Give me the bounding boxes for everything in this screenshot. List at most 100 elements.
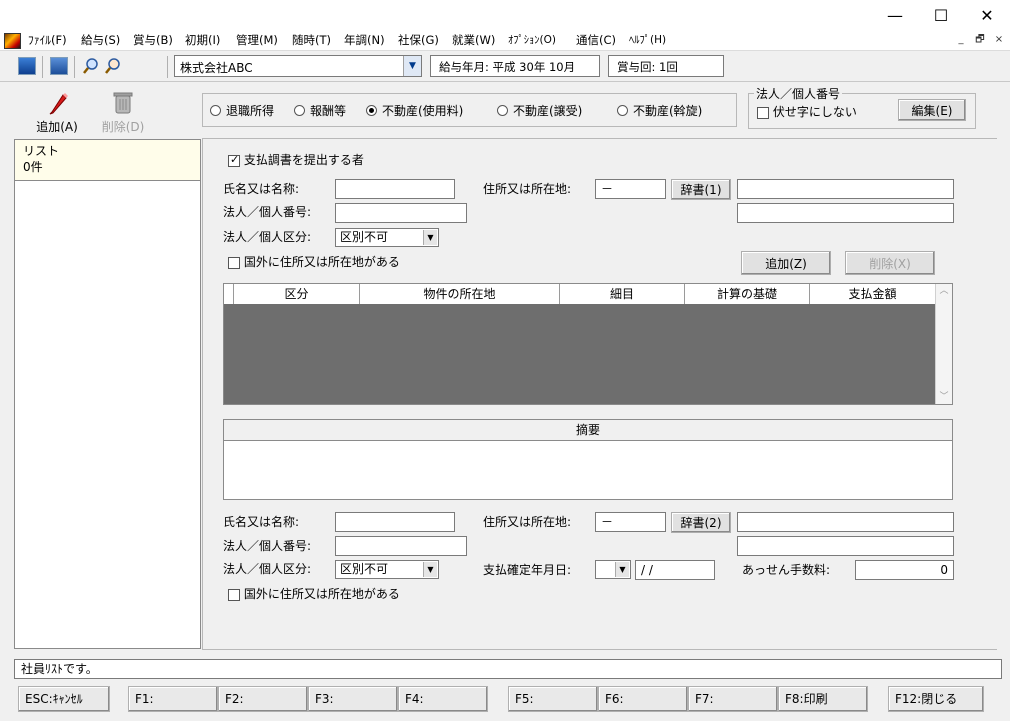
company-select[interactable]: 株式会社ABC [174, 55, 422, 77]
paydate-label: 支払確定年月日: [483, 563, 572, 577]
menu-help[interactable]: ﾍﾙﾌﾟ(H) [629, 32, 666, 49]
menu-options[interactable]: ｵﾌﾟｼｮﾝ(O) [508, 32, 556, 49]
grid-col-amount[interactable]: 支払金額 [810, 284, 935, 304]
grid-scrollbar[interactable]: ︿ ﹀ [935, 284, 952, 404]
chevron-down-icon: ▼ [615, 562, 629, 577]
mdi-minimize-icon[interactable]: _ [954, 33, 968, 47]
menu-initial[interactable]: 初期(I) [185, 32, 220, 49]
kubun-select-2[interactable]: 区別不可 ▼ [335, 560, 439, 579]
zoom-out-icon[interactable] [104, 57, 122, 75]
corp-number-input[interactable] [335, 203, 467, 223]
abroad-checkbox[interactable]: 国外に住所又は所在地がある [228, 253, 400, 270]
delete-row-button[interactable]: 削除(X) [845, 251, 935, 275]
minimize-icon[interactable]: — [872, 0, 918, 30]
scroll-down-icon[interactable]: ﹀ [936, 390, 952, 404]
grid-col-kubun[interactable]: 区分 [234, 284, 360, 304]
radio-dot [366, 105, 377, 116]
menu-manage[interactable]: 管理(M) [236, 32, 278, 49]
picture-icon[interactable] [50, 57, 68, 75]
radio-real-estate-rent[interactable]: 不動産(使用料) [366, 102, 463, 119]
grid-col-location[interactable]: 物件の所在地 [360, 284, 560, 304]
f1-button[interactable]: F1: [128, 686, 218, 712]
menu-year-end[interactable]: 年調(N) [344, 32, 385, 49]
f4-button[interactable]: F4: [398, 686, 488, 712]
radio-fee[interactable]: 報酬等 [294, 102, 346, 119]
checkbox-box [228, 588, 240, 601]
f2-button[interactable]: F2: [218, 686, 308, 712]
f6-button[interactable]: F6: [598, 686, 688, 712]
menu-social-insurance[interactable]: 社保(G) [398, 32, 439, 49]
chevron-down-icon[interactable]: ▼ [403, 56, 421, 76]
mdi-restore-icon[interactable]: 🗗 [973, 33, 987, 47]
radio-dot [294, 105, 305, 116]
zoom-in-icon[interactable] [82, 57, 100, 75]
status-bar: 社員ﾘｽﾄです。 [14, 659, 1002, 679]
menu-salary[interactable]: 給与(S) [81, 32, 120, 49]
maximize-icon[interactable]: ☐ [918, 0, 964, 30]
bonus-count-display: 賞与回: 1回 [608, 55, 724, 77]
kubun-label-2: 法人／個人区分: [223, 562, 312, 576]
f8-print-button[interactable]: F8:印刷 [778, 686, 868, 712]
employee-list[interactable] [14, 139, 201, 649]
app-icon[interactable] [4, 33, 21, 49]
address-input-2[interactable] [737, 203, 954, 223]
radio-real-estate-brokerage[interactable]: 不動産(斡旋) [617, 102, 702, 119]
checkbox-box [228, 153, 240, 167]
name-input-2[interactable] [335, 512, 455, 532]
fee-input[interactable]: 0 [855, 560, 954, 580]
trash-icon[interactable] [112, 90, 134, 116]
paydate-input[interactable]: / / [635, 560, 715, 580]
grid-row-selector-header [224, 284, 234, 304]
add-button[interactable]: 追加(A) [32, 118, 82, 135]
esc-cancel-button[interactable]: ESC:ｷｬﾝｾﾙ [18, 686, 110, 712]
mdi-close-icon[interactable]: × [992, 33, 1006, 47]
postal-code-input-2[interactable]: － [595, 512, 666, 532]
checkbox-label: 国外に住所又は所在地がある [243, 255, 400, 269]
edit-button[interactable]: 編集(E) [898, 99, 966, 121]
address-label-2: 住所又は所在地: [483, 515, 572, 529]
name-input[interactable] [335, 179, 455, 199]
checkbox-label: 伏せ字にしない [772, 105, 857, 119]
list-count: 0件 [23, 160, 43, 174]
menu-bonus[interactable]: 賞与(B) [133, 32, 173, 49]
f7-button[interactable]: F7: [688, 686, 778, 712]
title-bar [0, 0, 1010, 30]
kubun-select[interactable]: 区別不可 ▼ [335, 228, 439, 247]
radio-dot [210, 105, 221, 116]
menu-attendance[interactable]: 就業(W) [452, 32, 495, 49]
abroad-checkbox-2[interactable]: 国外に住所又は所在地がある [228, 585, 400, 602]
address-input-1[interactable] [737, 179, 954, 199]
postal-code-input[interactable]: － [595, 179, 666, 199]
radio-retirement[interactable]: 退職所得 [210, 102, 274, 119]
pay-month-display: 給与年月: 平成 30年 10月 [430, 55, 600, 77]
f5-button[interactable]: F5: [508, 686, 598, 712]
radio-real-estate-transfer[interactable]: 不動産(譲受) [497, 102, 582, 119]
add-row-button[interactable]: 追加(Z) [741, 251, 831, 275]
menu-communication[interactable]: 通信(C) [576, 32, 616, 49]
f3-button[interactable]: F3: [308, 686, 398, 712]
pencil-icon[interactable] [44, 90, 70, 116]
corp-number-input-2[interactable] [335, 536, 467, 556]
memo-title: 摘要 [224, 420, 952, 441]
grid-col-basis[interactable]: 計算の基礎 [685, 284, 810, 304]
era-select[interactable]: ▼ [595, 560, 631, 579]
close-icon[interactable]: ✕ [964, 0, 1010, 30]
corp-number-title: 法人／個人番号 [754, 85, 843, 102]
radio-label: 不動産(斡旋) [633, 104, 703, 118]
grid-col-detail[interactable]: 細目 [560, 284, 685, 304]
address-input-4[interactable] [737, 536, 954, 556]
monitor-icon[interactable] [18, 57, 36, 75]
radio-label: 不動産(使用料) [382, 104, 464, 118]
f12-close-button[interactable]: F12:閉じる [888, 686, 984, 712]
scroll-up-icon[interactable]: ︿ [936, 284, 952, 298]
menu-anytime[interactable]: 随時(T) [292, 32, 331, 49]
menu-file[interactable]: ﾌｧｲﾙ(F) [28, 32, 67, 49]
checkbox-label: 国外に住所又は所在地がある [243, 587, 400, 601]
no-mask-checkbox[interactable]: 伏せ字にしない [757, 103, 857, 120]
submit-checkbox[interactable]: 支払調書を提出する者 [228, 151, 364, 168]
dictionary-1-button[interactable]: 辞書(1) [671, 179, 731, 200]
delete-button[interactable]: 削除(D) [98, 118, 148, 135]
corp-number-label-2: 法人／個人番号: [223, 539, 312, 553]
dictionary-2-button[interactable]: 辞書(2) [671, 512, 731, 533]
address-input-3[interactable] [737, 512, 954, 532]
